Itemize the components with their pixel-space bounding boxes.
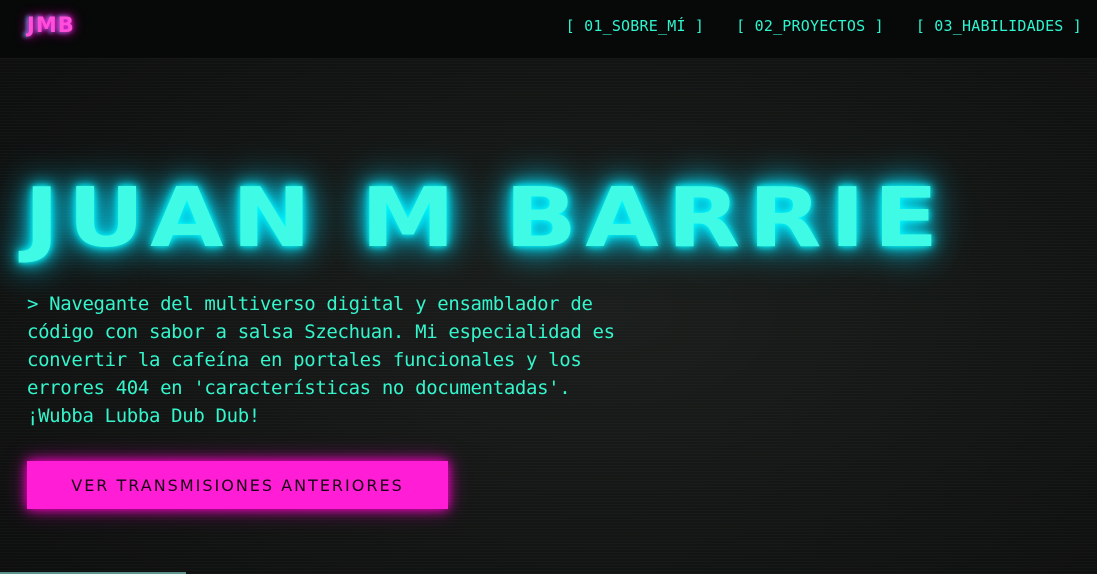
nav-link-sobre-mi[interactable]: [ 01_SOBRE_MÍ ]	[566, 17, 704, 35]
description-line: ¡Wubba Lubba Dub Dub!	[27, 405, 260, 427]
hero-title: JUAN M BARRIE	[24, 171, 947, 266]
description-line: convertir la cafeína en portales funcion…	[27, 349, 582, 371]
main-nav: [ 01_SOBRE_MÍ ] [ 02_PROYECTOS ] [ 03_HA…	[566, 17, 1082, 35]
hero-description: > Navegante del multiverso digital y ens…	[27, 290, 687, 430]
description-line: > Navegante del multiverso digital y ens…	[27, 293, 593, 315]
nav-link-habilidades[interactable]: [ 03_HABILIDADES ]	[916, 17, 1082, 35]
top-navbar: JMB [ 01_SOBRE_MÍ ] [ 02_PROYECTOS ] [ 0…	[0, 0, 1097, 59]
nav-link-proyectos[interactable]: [ 02_PROYECTOS ]	[736, 17, 884, 35]
description-line: código con sabor a salsa Szechuan. Mi es…	[27, 321, 615, 343]
view-transmissions-button[interactable]: VER TRANSMISIONES ANTERIORES	[27, 461, 448, 509]
description-line: errores 404 en 'características no docum…	[27, 377, 571, 399]
site-logo[interactable]: JMB	[27, 13, 75, 37]
